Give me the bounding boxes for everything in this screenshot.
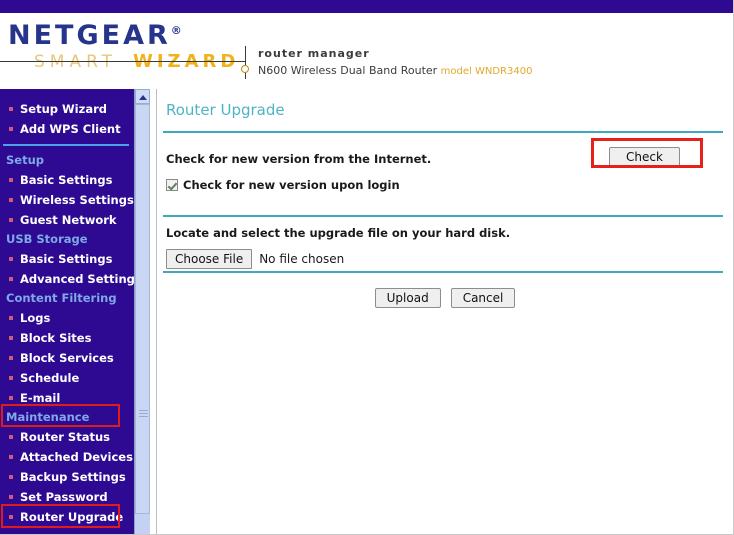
sidebar-item-label: Set Password [20,490,108,504]
sidebar-item-label: Basic Settings [20,252,113,266]
main-content: Router Upgrade Check for new version fro… [157,89,733,534]
scroll-up-arrow-icon[interactable] [135,89,150,104]
sidebar-item-label: Attached Devices [20,450,133,464]
device-model-line: N600 Wireless Dual Band Router model WND… [258,64,532,77]
sidebar-item-schedule[interactable]: Schedule [0,368,134,388]
annotation-box-check-button [591,138,703,168]
sidebar-item-label: Block Services [20,351,114,365]
sidebar-header-usb-storage: USB Storage [6,232,88,246]
sidebar-item-usb-basic-settings[interactable]: Basic Settings [0,249,134,269]
sidebar-navigation: Setup Wizard Add WPS Client Setup Basic … [0,89,134,534]
bullet-icon [9,107,13,111]
sidebar-header-content-filtering: Content Filtering [6,291,117,305]
bullet-icon [9,356,13,360]
sidebar-item-label: Guest Network [20,213,117,227]
sidebar-item-label: Add WPS Client [20,122,121,136]
sidebar-item-logs[interactable]: Logs [0,308,134,328]
sidebar-item-router-upgrade[interactable]: Router Upgrade [0,507,134,527]
sidebar-header-setup: Setup [6,153,44,167]
brand-vertical-rule [245,46,246,79]
bullet-icon [9,475,13,479]
sidebar-item-label: Advanced Settings [20,272,134,286]
netgear-logo: NETGEAR® [8,20,182,51]
content-divider-middle [163,215,723,217]
bullet-icon [9,435,13,439]
sidebar-scrollbar[interactable] [134,89,151,534]
sidebar-item-wireless-settings[interactable]: Wireless Settings [0,190,134,210]
brand-dot-icon [241,65,249,73]
page-header: NETGEAR® SMART WIZARD router manager N60… [0,16,733,104]
device-name: N600 Wireless Dual Band Router [258,64,438,77]
sidebar-item-email[interactable]: E-mail [0,388,134,408]
action-buttons: Upload Cancel [157,288,733,308]
sidebar-item-block-services[interactable]: Block Services [0,348,134,368]
check-on-login-checkbox-row[interactable]: Check for new version upon login [166,178,400,192]
bullet-icon [9,455,13,459]
bullet-icon [9,218,13,222]
sidebar-item-attached-devices[interactable]: Attached Devices [0,447,134,467]
content-divider-bottom [163,271,723,273]
sidebar-item-guest-network[interactable]: Guest Network [0,210,134,230]
page-title: Router Upgrade [166,101,285,119]
bullet-icon [9,277,13,281]
content-divider-top [163,131,723,133]
content-gutter [150,89,157,534]
scrollbar-thumb[interactable] [135,104,150,514]
file-upload-row: Choose File No file chosen [166,249,344,269]
sidebar-item-basic-settings[interactable]: Basic Settings [0,170,134,190]
sidebar-item-label: Router Status [20,430,110,444]
top-accent-bar [0,0,733,13]
sidebar-item-label: E-mail [20,391,61,405]
registered-trademark-icon: ® [170,24,182,37]
scrollbar-grip-icon [139,410,148,417]
check-on-login-label: Check for new version upon login [183,178,400,192]
file-status-text: No file chosen [259,252,345,266]
local-file-description: Locate and select the upgrade file on yo… [166,226,511,240]
internet-check-description: Check for new version from the Internet. [166,152,432,166]
router-manager-tagline: router manager [258,47,370,60]
sidebar-divider [3,144,129,146]
netgear-wordmark: NETGEAR [8,20,171,51]
bullet-icon [9,257,13,261]
bullet-icon [9,198,13,202]
bullet-icon [9,316,13,320]
sidebar-item-add-wps-client[interactable]: Add WPS Client [0,119,134,139]
sidebar-item-setup-wizard[interactable]: Setup Wizard [0,99,134,119]
bullet-icon [9,495,13,499]
sidebar-item-block-sites[interactable]: Block Sites [0,328,134,348]
choose-file-button[interactable]: Choose File [166,249,253,269]
smart-wordmark: SMART [34,52,118,72]
brand-horizontal-rule [0,61,246,62]
sidebar-item-label: Schedule [20,371,80,385]
sidebar-header-maintenance: Maintenance [6,410,90,424]
sidebar-item-label: Basic Settings [20,173,113,187]
sidebar-item-label: Wireless Settings [20,193,134,207]
sidebar-item-usb-advanced-settings[interactable]: Advanced Settings [0,269,134,289]
bullet-icon [9,178,13,182]
upload-button[interactable]: Upload [374,288,441,308]
bullet-icon [9,396,13,400]
model-number: model WNDR3400 [440,66,533,77]
bullet-icon [9,515,13,519]
sidebar-item-set-password[interactable]: Set Password [0,487,134,507]
sidebar-item-label: Router Upgrade [20,510,124,524]
sidebar-item-router-status[interactable]: Router Status [0,427,134,447]
bullet-icon [9,336,13,340]
bullet-icon [9,376,13,380]
cancel-button[interactable]: Cancel [450,288,516,308]
check-on-login-checkbox[interactable] [166,179,178,191]
sidebar-item-label: Logs [20,311,51,325]
sidebar-item-label: Backup Settings [20,470,126,484]
sidebar-item-label: Setup Wizard [20,102,107,116]
sidebar-item-backup-settings[interactable]: Backup Settings [0,467,134,487]
router-admin-page: NETGEAR® SMART WIZARD router manager N60… [0,0,734,535]
sidebar-item-label: Block Sites [20,331,92,345]
bullet-icon [9,127,13,131]
sidebar-top-spacer [0,89,134,99]
